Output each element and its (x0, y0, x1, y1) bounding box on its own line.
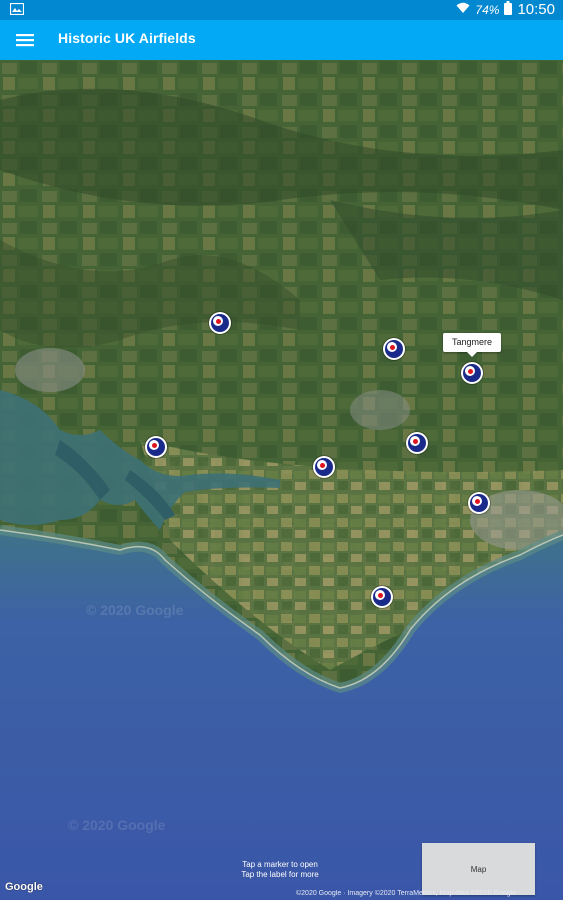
map-hint: Tap a marker to open Tap the label for m… (224, 860, 336, 880)
map-attribution[interactable]: ©2020 Google · Imagery ©2020 TerraMetric… (296, 890, 563, 897)
battery-icon (504, 1, 513, 18)
airfield-marker-tangmere-icon[interactable] (461, 362, 483, 384)
app-root: 74% 10:50 Historic UK Airfields © 2020 G… (0, 0, 563, 900)
marker-label-tangmere[interactable]: Tangmere (443, 333, 501, 357)
airfield-marker-icon[interactable] (371, 586, 393, 608)
hint-line: Tap the label for more (241, 870, 319, 879)
airfield-marker-icon[interactable] (406, 432, 428, 454)
map-type-button[interactable]: Map (422, 843, 535, 895)
airfield-marker-icon[interactable] (145, 436, 167, 458)
app-title: Historic UK Airfields (58, 30, 196, 46)
map-imagery (0, 60, 563, 900)
map-watermark: © 2020 Google (68, 817, 166, 833)
airfield-marker-icon[interactable] (468, 492, 490, 514)
app-bar: Historic UK Airfields (0, 20, 563, 60)
status-bar: 74% 10:50 (0, 0, 563, 20)
airfield-marker-icon[interactable] (313, 456, 335, 478)
google-logo: Google (5, 881, 43, 893)
hint-line: Tap a marker to open (242, 860, 318, 869)
hamburger-menu-icon[interactable] (14, 29, 36, 51)
map-watermark: © 2020 Google (86, 602, 184, 618)
clock: 10:50 (517, 1, 555, 18)
airfield-marker-icon[interactable] (209, 312, 231, 334)
gallery-icon (9, 2, 25, 18)
satellite-map[interactable]: © 2020 Google © 2020 Google (0, 60, 563, 900)
airfield-marker-icon[interactable] (383, 338, 405, 360)
wifi-icon (456, 2, 470, 17)
battery-percent: 74% (475, 2, 500, 17)
